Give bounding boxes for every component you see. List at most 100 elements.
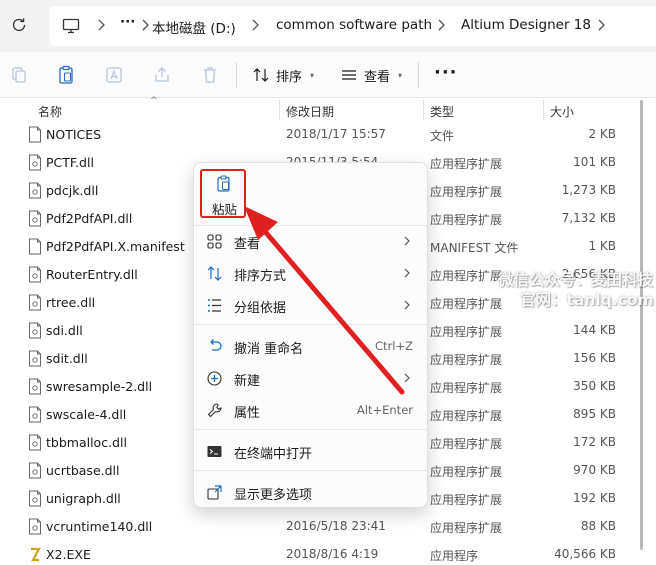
- file-name: rtree.dll: [46, 295, 96, 310]
- breadcrumb-drive[interactable]: 本地磁盘 (D:): [152, 17, 236, 37]
- menu-divider: [194, 324, 427, 325]
- file-date: 2016/5/18 23:41: [286, 519, 386, 533]
- menu-item[interactable]: 新建: [194, 363, 427, 393]
- file-size: 192 KB: [573, 491, 616, 505]
- group-icon: [208, 299, 221, 312]
- exe-icon: [31, 547, 41, 562]
- menu-item-label: 排序方式: [234, 269, 287, 284]
- share-icon[interactable]: [152, 65, 172, 85]
- dll-icon: [29, 490, 41, 507]
- cut-icon[interactable]: [9, 65, 29, 85]
- menu-item[interactable]: 排序方式: [194, 258, 427, 288]
- file-type: 应用程序扩展: [430, 269, 503, 283]
- menu-item-label: 撤消 重命名: [234, 342, 304, 357]
- dll-icon: [29, 378, 41, 395]
- refresh-icon[interactable]: [10, 16, 28, 34]
- file-size: 895 KB: [573, 407, 616, 421]
- chevron-right-icon: [404, 373, 410, 383]
- column-date[interactable]: 修改日期: [286, 103, 334, 120]
- chevron-right-icon[interactable]: [596, 18, 606, 32]
- breadcrumb-ellipsis[interactable]: ···: [120, 14, 135, 30]
- chevron-right-icon[interactable]: [96, 18, 106, 32]
- file-size: 7,132 KB: [561, 211, 616, 225]
- column-divider[interactable]: [423, 100, 424, 120]
- file-row[interactable]: NOTICES 2018/1/17 15:57 文件 2 KB: [0, 121, 630, 149]
- paste-icon[interactable]: [56, 65, 76, 85]
- file-name: X2.EXE: [46, 547, 91, 562]
- file-type: 应用程序扩展: [430, 465, 503, 479]
- chevron-right-icon[interactable]: [250, 18, 260, 32]
- menu-item[interactable]: 在终端中打开: [194, 436, 427, 466]
- grid-icon: [207, 234, 222, 249]
- file-icon: [29, 126, 41, 143]
- file-size: 101 KB: [573, 155, 616, 169]
- chevron-right-icon[interactable]: [140, 18, 150, 32]
- file-type: 应用程序扩展: [430, 213, 503, 227]
- column-type[interactable]: 类型: [430, 103, 454, 120]
- sort-icon: [207, 266, 222, 281]
- sort-button[interactable]: 排序 ▾: [252, 65, 314, 85]
- file-row[interactable]: vcruntime140.dll 2016/5/18 23:41 应用程序扩展 88 …: [0, 513, 630, 541]
- file-name: PCTF.dll: [46, 155, 94, 170]
- wrench-icon: [207, 403, 222, 418]
- chevron-right-icon[interactable]: [436, 18, 446, 32]
- column-divider[interactable]: [543, 100, 544, 120]
- dll-icon: [29, 434, 41, 451]
- menu-item-label: 新建: [234, 374, 261, 389]
- vertical-scrollbar[interactable]: [640, 100, 643, 550]
- rename-icon[interactable]: [104, 65, 124, 85]
- menu-item-shortcut: Ctrl+Z: [375, 339, 413, 353]
- file-size: 970 KB: [573, 463, 616, 477]
- file-type: 应用程序扩展: [430, 409, 503, 423]
- sort-ascending-icon: ^: [150, 96, 158, 106]
- file-name: sdit.dll: [46, 351, 88, 366]
- file-name: sdi.dll: [46, 323, 83, 338]
- delete-icon[interactable]: [200, 65, 220, 85]
- breadcrumb-folder[interactable]: common software path: [276, 17, 432, 33]
- command-bar: 排序 ▾ 查看 ▾ ···: [0, 52, 656, 98]
- file-name: unigraph.dll: [46, 491, 121, 506]
- menu-item-label: 属性: [234, 406, 261, 421]
- menu-item[interactable]: 属性 Alt+Enter: [194, 395, 427, 425]
- menu-divider: [194, 470, 427, 471]
- file-size: 88 KB: [580, 519, 616, 533]
- paste-icon[interactable]: [215, 175, 233, 193]
- file-name: swresample-2.dll: [46, 379, 153, 394]
- dll-icon: [29, 462, 41, 479]
- new-icon: [207, 371, 222, 386]
- menu-item[interactable]: 撤消 重命名 Ctrl+Z: [194, 331, 427, 361]
- dll-icon: [29, 294, 41, 311]
- file-type: 应用程序扩展: [430, 353, 503, 367]
- file-date: 2018/8/16 4:19: [286, 547, 379, 561]
- dll-icon: [29, 322, 41, 339]
- file-type: 应用程序扩展: [430, 437, 503, 451]
- sort-label: 排序: [276, 69, 303, 85]
- more-options-button[interactable]: ···: [434, 64, 458, 82]
- chevron-right-icon: [404, 300, 410, 310]
- menu-item[interactable]: 分组依据: [194, 290, 427, 320]
- toolbar-divider: [236, 62, 237, 88]
- view-label: 查看: [364, 69, 391, 85]
- more-options-icon: [207, 485, 222, 500]
- column-size[interactable]: 大小: [550, 103, 574, 120]
- menu-item[interactable]: 显示更多选项: [194, 477, 427, 507]
- paste-button[interactable]: 粘贴: [212, 199, 237, 218]
- view-button[interactable]: 查看 ▾: [340, 65, 402, 85]
- column-header-row: ^ 名称 修改日期 类型 大小: [0, 96, 630, 122]
- breadcrumb-current[interactable]: Altium Designer 18: [461, 17, 591, 33]
- menu-item-label: 显示更多选项: [234, 488, 313, 503]
- chevron-down-icon: ▾: [310, 70, 315, 80]
- dll-icon: [29, 350, 41, 367]
- file-name: ucrtbase.dll: [46, 463, 120, 478]
- column-divider[interactable]: [279, 100, 280, 120]
- toolbar-divider: [418, 62, 419, 88]
- file-row[interactable]: X2.EXE 2018/8/16 4:19 应用程序 40,566 KB: [0, 541, 630, 565]
- column-name[interactable]: 名称: [38, 103, 62, 120]
- file-date: 2018/1/17 15:57: [286, 127, 386, 141]
- address-bar[interactable]: ··· 本地磁盘 (D:) common software path Altiu…: [50, 6, 656, 46]
- computer-icon[interactable]: [62, 17, 80, 35]
- file-size: 156 KB: [573, 351, 616, 365]
- file-name: swscale-4.dll: [46, 407, 127, 422]
- menu-item[interactable]: 查看: [194, 226, 427, 256]
- menu-item-shortcut: Alt+Enter: [356, 403, 413, 417]
